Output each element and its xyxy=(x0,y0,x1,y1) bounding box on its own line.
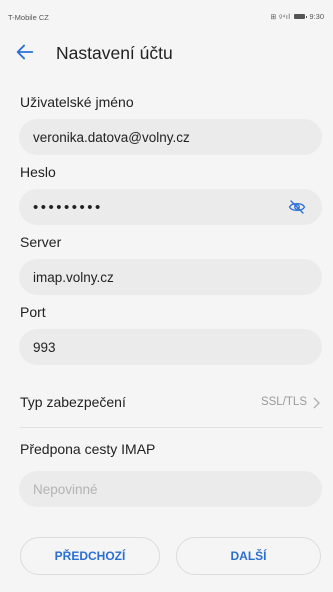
status-indicators: ⊞ ᵍ⁴ıl 9:30 xyxy=(270,12,324,21)
password-field[interactable]: ••••••••• xyxy=(19,189,322,225)
imap-prefix-placeholder: Nepovinné xyxy=(33,481,98,497)
app-bar: Nastavení účtu xyxy=(0,34,333,70)
imap-prefix-field[interactable]: Nepovinné xyxy=(19,471,322,507)
port-value: 993 xyxy=(33,339,56,355)
port-field[interactable]: 993 xyxy=(19,329,322,365)
status-time: 9:30 xyxy=(309,12,324,21)
server-value: imap.volny.cz xyxy=(33,269,114,285)
port-label: Port xyxy=(20,304,46,320)
page-title: Nastavení účtu xyxy=(56,43,173,63)
eye-off-icon[interactable] xyxy=(288,199,306,215)
signal-icon: ⊞ ᵍ⁴ıl xyxy=(270,13,291,21)
previous-button[interactable]: PŘEDCHOZÍ xyxy=(20,537,160,575)
username-label: Uživatelské jméno xyxy=(20,94,134,110)
server-field[interactable]: imap.volny.cz xyxy=(19,259,322,295)
chevron-right-icon xyxy=(313,397,320,409)
back-arrow-icon[interactable] xyxy=(14,41,36,63)
next-button[interactable]: DALŠÍ xyxy=(176,537,321,575)
password-label: Heslo xyxy=(20,164,56,180)
password-value: ••••••••• xyxy=(33,198,103,216)
imap-prefix-label: Předpona cesty IMAP xyxy=(20,441,156,457)
battery-icon xyxy=(294,14,308,19)
server-label: Server xyxy=(20,234,62,250)
security-type-label: Typ zabezpečení xyxy=(20,394,126,410)
carrier-name: T-Mobile CZ xyxy=(8,13,49,22)
username-value: veronika.datova@volny.cz xyxy=(33,129,190,145)
status-bar: T-Mobile CZ ⊞ ᵍ⁴ıl 9:30 xyxy=(0,0,333,26)
security-type-value: SSL/TLS xyxy=(260,396,307,408)
username-field[interactable]: veronika.datova@volny.cz xyxy=(19,119,322,155)
divider xyxy=(20,427,322,428)
security-type-row[interactable]: Typ zabezpečení SSL/TLS xyxy=(0,388,333,418)
